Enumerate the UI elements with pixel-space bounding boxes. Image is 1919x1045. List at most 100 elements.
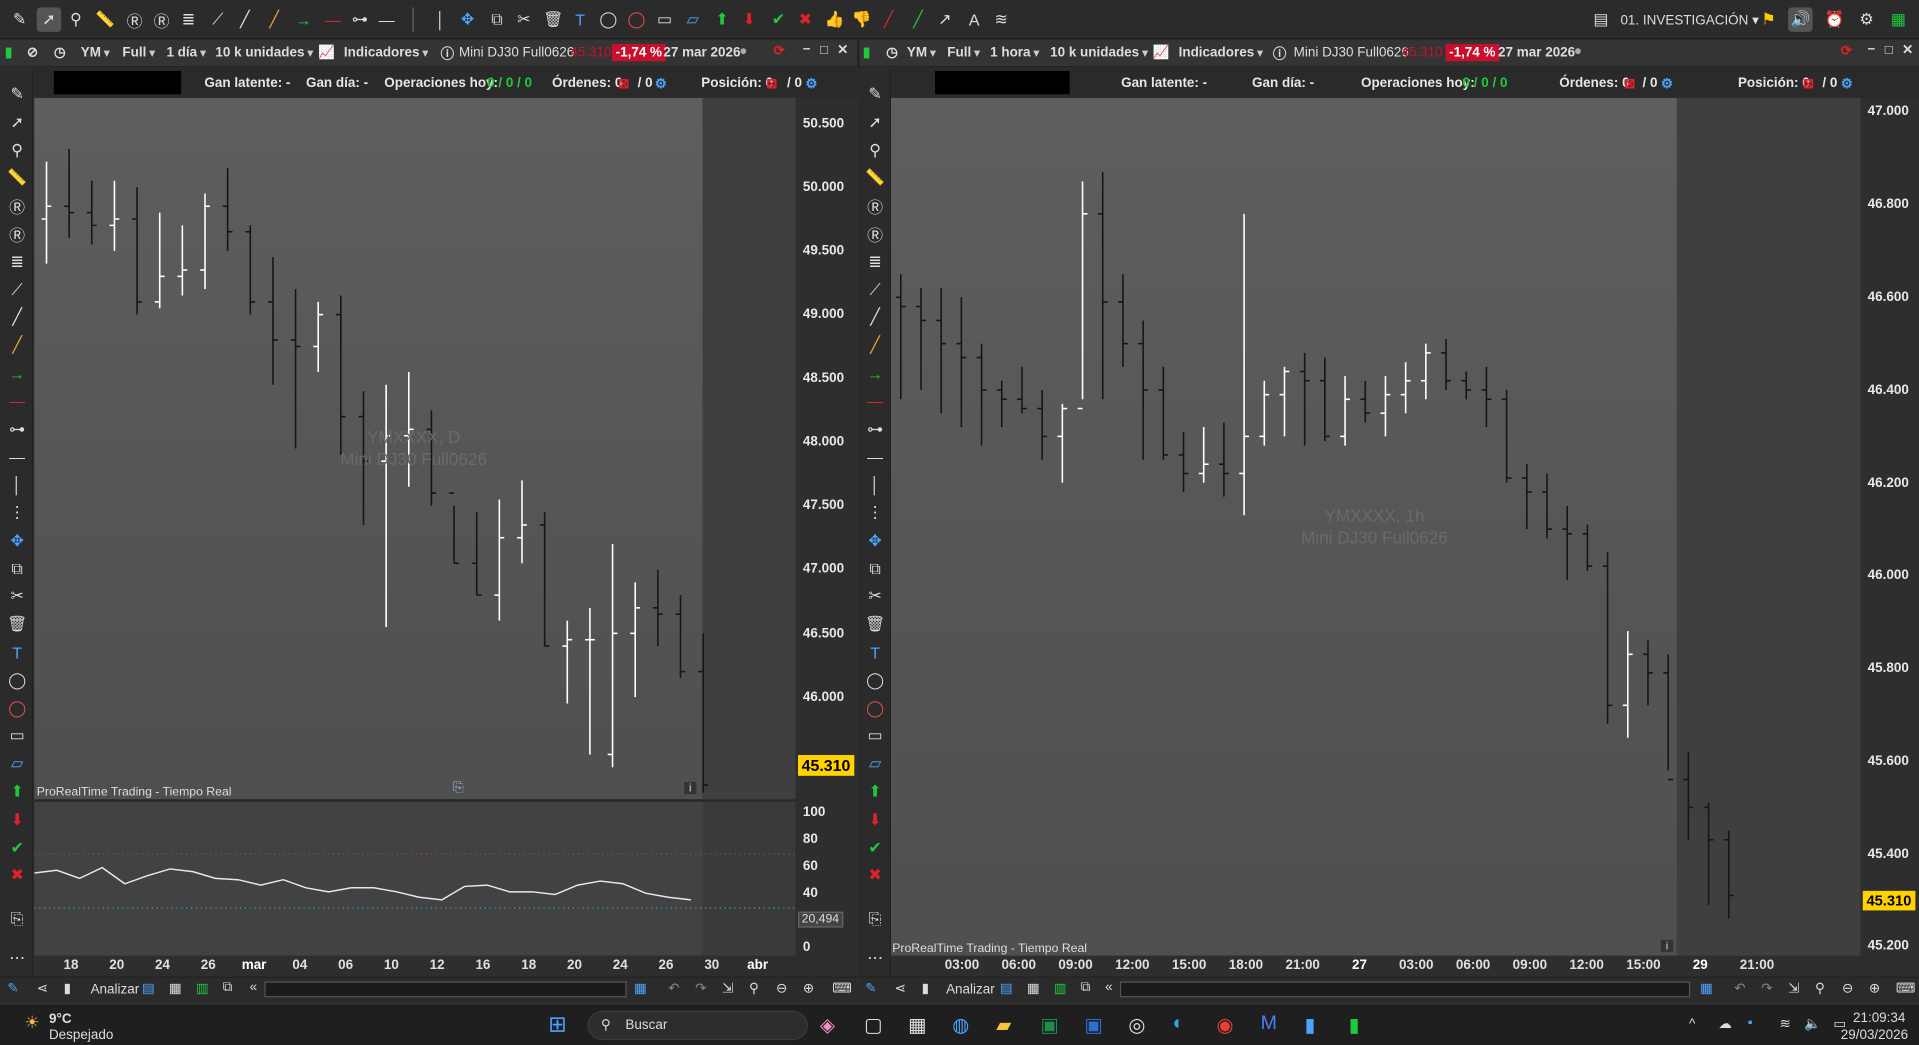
- trash-icon[interactable]: 🗑: [541, 7, 565, 31]
- scroll-left-icon[interactable]: «: [250, 980, 257, 995]
- indicator-r2-icon[interactable]: Ⓡ: [5, 223, 29, 245]
- posicion-settings-icon[interactable]: ⚙: [805, 76, 817, 92]
- left-price-axis[interactable]: 50.500 50.000 49.500 49.000 48.500 48.000 47.5…: [795, 97, 857, 800]
- table-icon[interactable]: ▦: [1027, 980, 1040, 996]
- minimize-icon[interactable]: –: [803, 42, 810, 57]
- clock-icon[interactable]: ◷: [886, 44, 898, 60]
- ray-icon[interactable]: ╱: [5, 334, 29, 356]
- green-arrow-line-icon[interactable]: →: [863, 362, 887, 384]
- left-price-chart[interactable]: YMXXXX, D Mini DJ30 Full0626 ⎘ i ProReal…: [34, 97, 796, 800]
- move-icon[interactable]: ✥: [455, 7, 479, 31]
- more-tools-icon[interactable]: ⋯: [863, 947, 887, 969]
- more-tools-icon[interactable]: ⋯: [5, 947, 29, 969]
- units-dropdown[interactable]: 10 k unidades: [1050, 45, 1148, 60]
- share-icon[interactable]: ⋖: [895, 980, 906, 996]
- portfolio-icon[interactable]: ▦: [1886, 7, 1910, 31]
- link-icon[interactable]: ⊘: [27, 44, 38, 60]
- indicator-r-icon[interactable]: Ⓡ: [863, 195, 887, 217]
- folder-icon[interactable]: ▰: [996, 1013, 1011, 1037]
- redo-icon[interactable]: ↷: [695, 980, 706, 996]
- screener-icon[interactable]: ⚙: [1854, 7, 1878, 31]
- mode-dropdown[interactable]: Full: [122, 45, 155, 60]
- left-indicator-pane[interactable]: [34, 800, 796, 956]
- ruler-icon[interactable]: 📏: [863, 167, 887, 189]
- ray-icon[interactable]: ╱: [863, 334, 887, 356]
- chart-type-icon[interactable]: ▮: [863, 44, 870, 60]
- tools-icon[interactable]: ✂: [5, 585, 29, 607]
- indicator-r2-icon[interactable]: Ⓡ: [149, 7, 173, 31]
- period-dropdown[interactable]: 1 hora: [990, 45, 1039, 60]
- clock-icon[interactable]: ◷: [54, 44, 66, 60]
- symbol-dropdown[interactable]: YM: [907, 45, 936, 60]
- fit-icon[interactable]: ⇲: [1788, 980, 1799, 996]
- copy-icon[interactable]: ⧉: [863, 558, 887, 580]
- analyze-button[interactable]: Analizar: [91, 983, 140, 998]
- onedrive-icon[interactable]: ☁: [1718, 1016, 1731, 1032]
- red-line-icon[interactable]: ―: [321, 7, 345, 31]
- tray-app-icon[interactable]: ▪: [1748, 1016, 1753, 1031]
- green-diagonal-icon[interactable]: ╱: [906, 7, 930, 31]
- ordenes-x-icon[interactable]: ⊠: [1624, 76, 1635, 92]
- info-marker-icon[interactable]: i: [1660, 939, 1674, 953]
- rectangle-icon[interactable]: ▭: [863, 725, 887, 747]
- line-icon[interactable]: ╱: [863, 306, 887, 328]
- zoom-out-icon[interactable]: ⊖: [1842, 980, 1853, 996]
- window-icon[interactable]: ⧉: [1081, 980, 1091, 996]
- weather-icon[interactable]: ☀: [24, 1012, 39, 1033]
- left-indicator-axis[interactable]: 100806040200: [795, 800, 857, 956]
- cross-icon[interactable]: ✖: [5, 864, 29, 886]
- fibonacci-icon[interactable]: ≣: [176, 7, 200, 31]
- fibonacci-icon[interactable]: ≣: [5, 251, 29, 273]
- up-arrow-icon[interactable]: ⬆: [710, 7, 734, 31]
- parallelogram-icon[interactable]: ▱: [5, 753, 29, 775]
- trash-icon[interactable]: 🗑: [5, 613, 29, 635]
- check-icon[interactable]: ✔: [766, 7, 790, 31]
- move-icon[interactable]: ✥: [5, 530, 29, 552]
- m-app-icon[interactable]: M: [1261, 1013, 1277, 1035]
- ordenes-settings-icon[interactable]: ⚙: [1661, 76, 1673, 92]
- zoom-icon[interactable]: ⚲: [5, 139, 29, 161]
- down-arrow-icon[interactable]: ⬇: [863, 809, 887, 831]
- word-icon[interactable]: ▣: [1084, 1013, 1103, 1037]
- ellipse-icon[interactable]: ◯: [596, 7, 620, 31]
- parallelogram-icon[interactable]: ▱: [680, 7, 704, 31]
- minimize-icon[interactable]: –: [1868, 42, 1875, 57]
- mode-dropdown[interactable]: Full: [947, 45, 980, 60]
- vertical-line-icon[interactable]: │: [428, 7, 452, 31]
- ellipse-icon[interactable]: ◯: [5, 669, 29, 691]
- undo-icon[interactable]: ↶: [1734, 980, 1745, 996]
- camera-icon[interactable]: ⎘: [453, 781, 464, 797]
- segment-icon[interactable]: ⟋: [5, 279, 29, 301]
- units-dropdown[interactable]: 10 k unidades: [215, 45, 313, 60]
- down-arrow-icon[interactable]: ⬇: [737, 7, 761, 31]
- ordenes-x-icon[interactable]: ⊠: [618, 76, 629, 92]
- zoom-icon[interactable]: ⚲: [863, 139, 887, 161]
- rectangle-icon[interactable]: ▭: [5, 725, 29, 747]
- indicators-dropdown[interactable]: Indicadores: [1179, 45, 1263, 60]
- pencil-icon[interactable]: ✎: [5, 83, 29, 105]
- ruler-icon[interactable]: 📏: [5, 167, 29, 189]
- copy-icon[interactable]: ⧉: [485, 7, 509, 31]
- check-icon[interactable]: ✔: [863, 837, 887, 859]
- alert-icon[interactable]: ⏰: [1822, 7, 1846, 31]
- red-line-icon[interactable]: ―: [863, 390, 887, 412]
- compare-icon[interactable]: ▥: [196, 980, 209, 996]
- cursor-icon[interactable]: ➚: [5, 111, 29, 133]
- ruler-icon[interactable]: 📏: [93, 7, 117, 31]
- undo-icon[interactable]: ↶: [668, 980, 679, 996]
- scripts-icon[interactable]: ⎘: [5, 908, 29, 930]
- symbol-dropdown[interactable]: YM: [81, 45, 110, 60]
- text-icon[interactable]: T: [5, 641, 29, 663]
- indicator-r-icon[interactable]: Ⓡ: [122, 7, 146, 31]
- tools-icon[interactable]: ✂: [512, 7, 536, 31]
- text-icon[interactable]: T: [863, 641, 887, 663]
- keyboard-icon[interactable]: ⌨: [1896, 980, 1915, 996]
- posicion-settings-icon[interactable]: ⚙: [1841, 76, 1853, 92]
- scroll-left-icon[interactable]: «: [1105, 980, 1112, 995]
- pencil-icon[interactable]: ✎: [863, 83, 887, 105]
- copy-icon[interactable]: ⧉: [5, 558, 29, 580]
- compare-icon[interactable]: ▥: [1054, 980, 1067, 996]
- clock-time[interactable]: 21:09:34: [1853, 1011, 1905, 1026]
- zoom-fit-icon[interactable]: ⚲: [749, 980, 759, 996]
- green-arrow-line-icon[interactable]: →: [291, 7, 315, 31]
